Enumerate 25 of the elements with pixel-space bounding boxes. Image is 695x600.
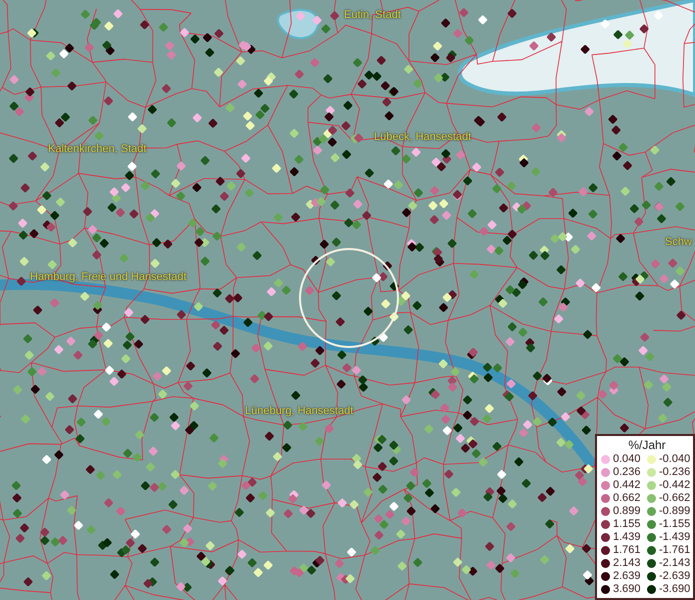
legend-value: 0.236 (613, 466, 641, 478)
legend-value: 0.442 (613, 479, 641, 491)
legend-value: -0.442 (659, 479, 690, 491)
legend-value: -0.236 (659, 466, 690, 478)
legend-value: 3.690 (613, 583, 641, 595)
legend-value: 2.639 (613, 570, 641, 582)
legend-value: 1.761 (613, 544, 641, 556)
legend-value: 0.662 (613, 492, 641, 504)
legend-value: 0.899 (613, 505, 641, 517)
legend-value: -0.040 (659, 453, 690, 465)
legend-value: -3.690 (659, 583, 690, 595)
legend-value: 0.040 (613, 453, 641, 465)
legend-value: -1.761 (659, 544, 690, 556)
legend-value: -0.899 (659, 505, 690, 517)
legend-value: -0.662 (659, 492, 690, 504)
legend-value: 2.143 (613, 557, 641, 569)
legend-title: %/Jahr (627, 438, 667, 452)
legend-value: 1.439 (613, 531, 641, 543)
place-label: Eutin, Stadt (344, 9, 401, 21)
legend-value: 1.155 (613, 518, 641, 530)
legend-value: -2.143 (659, 557, 690, 569)
legend-value: -1.439 (659, 531, 690, 543)
legend-value: -1.155 (659, 518, 690, 530)
place-label: Schw (665, 236, 692, 248)
legend-value: -2.639 (659, 570, 690, 582)
